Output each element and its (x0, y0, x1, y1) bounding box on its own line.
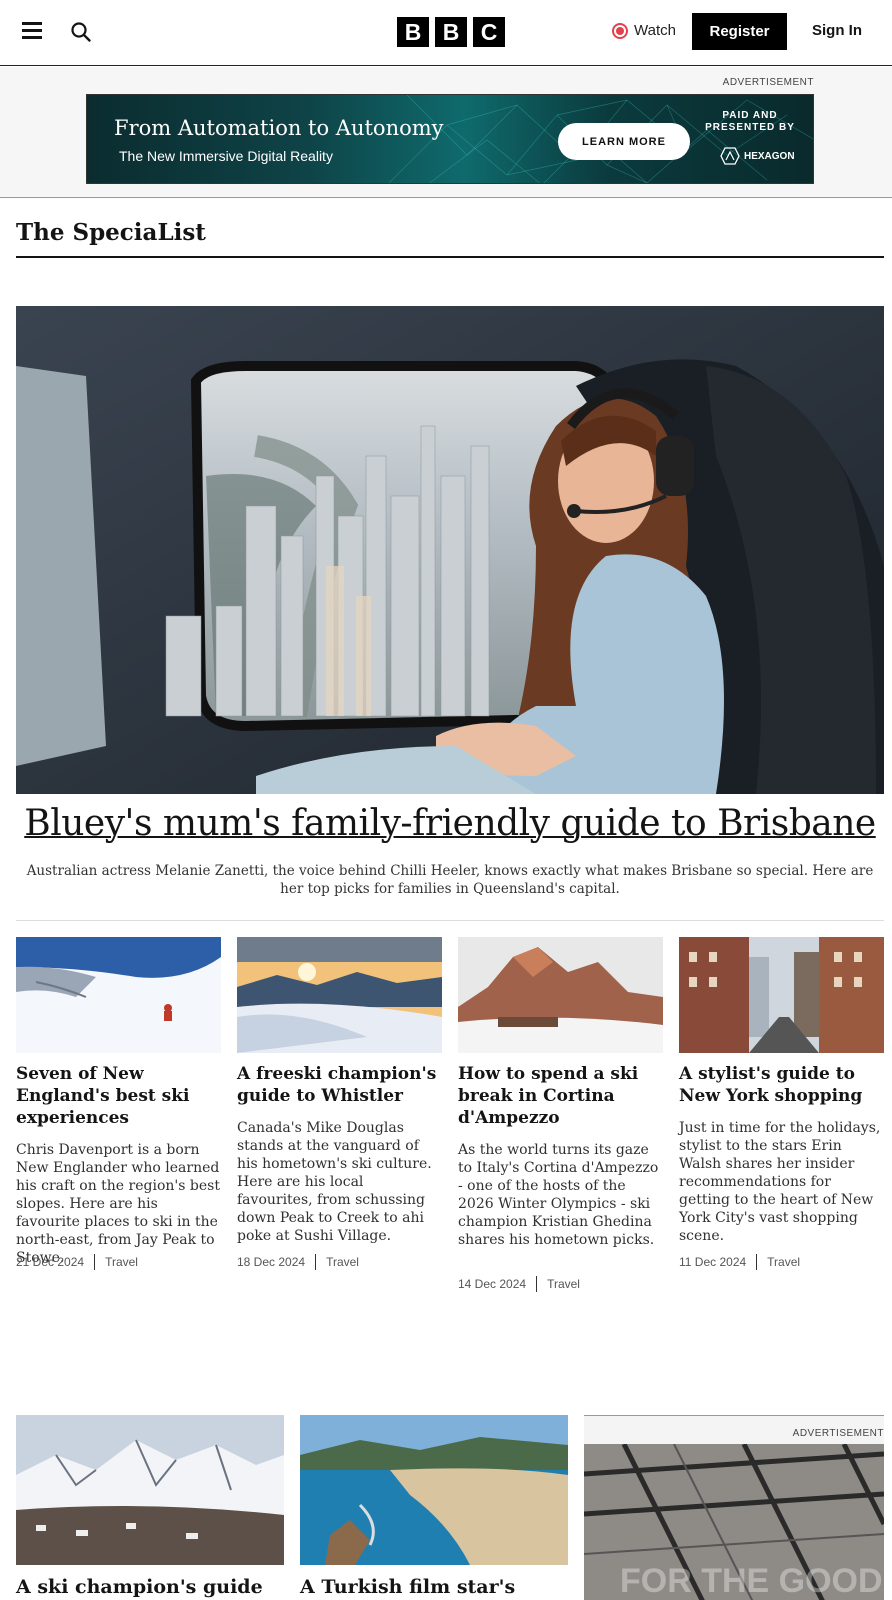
section-title: The SpeciaList (16, 219, 206, 246)
card-image-la-plagne (16, 1415, 284, 1565)
card-date: 11 Dec 2024 (679, 1255, 747, 1269)
hero-image-helicopter-brisbane[interactable] (16, 306, 884, 794)
card-title[interactable]: Seven of New England's best ski experien… (16, 1063, 221, 1129)
search-icon[interactable] (70, 21, 92, 43)
register-button[interactable]: Register (692, 13, 787, 50)
article-card[interactable]: A stylist's guide to New York shopping J… (679, 937, 884, 1270)
card-image-new-york-street (679, 937, 884, 1053)
live-watch-icon (612, 22, 628, 39)
card-summary: Canada's Mike Douglas stands at the vang… (237, 1120, 432, 1244)
watch-link[interactable]: Watch (612, 22, 676, 39)
card-title[interactable]: A ski champion's guide to La Plagne, Fra… (16, 1575, 284, 1600)
card-meta: 18 Dec 2024 Travel (237, 1254, 359, 1270)
section-divider (16, 256, 884, 258)
card-image-whistler-sunset (237, 937, 442, 1053)
card-date: 21 Dec 2024 (16, 1255, 85, 1269)
hero-summary: Australian actress Melanie Zanetti, the … (26, 863, 874, 897)
logo-letter: C (473, 17, 505, 47)
hexagon-ad-banner[interactable]: From Automation to Autonomy The New Imme… (86, 94, 814, 184)
card-title[interactable]: How to spend a ski break in Cortina d'Am… (458, 1063, 663, 1129)
meta-separator (315, 1254, 317, 1270)
meta-separator (756, 1254, 758, 1270)
learn-more-button[interactable]: LEARN MORE (558, 123, 690, 160)
card-meta: 21 Dec 2024 Travel (16, 1254, 138, 1270)
bbc-logo[interactable]: B B C (397, 17, 505, 47)
watch-label: Watch (634, 22, 676, 39)
sign-in-link[interactable]: Sign In (812, 22, 862, 39)
advertisement-label: ADVERTISEMENT (722, 77, 814, 88)
logo-letter: B (397, 17, 429, 47)
side-ad-overlay-text: FOR THE GOOD (620, 1562, 883, 1600)
hexagon-brand: HEXAGON (720, 147, 795, 165)
ad-brand-name: HEXAGON (744, 150, 795, 162)
hexagon-logo-icon (720, 147, 740, 165)
meta-separator (536, 1276, 538, 1292)
hero-headline-link[interactable]: Bluey's mum's family-friendly guide to B… (16, 803, 884, 844)
content-divider (16, 920, 884, 921)
card-summary: As the world turns its gaze to Italy's C… (458, 1142, 659, 1248)
sidebar-advertisement[interactable]: ADVERTISEMENT FOR THE GOOD (584, 1415, 884, 1600)
card-summary: Just in time for the holidays, stylist t… (679, 1120, 881, 1244)
article-card[interactable]: How to spend a ski break in Cortina d'Am… (458, 937, 663, 1292)
card-meta: 14 Dec 2024 Travel (458, 1276, 580, 1292)
ad-subhead: The New Immersive Digital Reality (119, 148, 333, 164)
card-meta: 11 Dec 2024 Travel (679, 1254, 800, 1270)
card-summary: Chris Davenport is a born New Englander … (16, 1142, 220, 1266)
article-card[interactable]: A freeski champion's guide to Whistler C… (237, 937, 442, 1270)
article-card[interactable]: A ski champion's guide to La Plagne, Fra… (16, 1415, 284, 1600)
advertisement-label: ADVERTISEMENT (792, 1428, 884, 1439)
card-title[interactable]: A stylist's guide to New York shopping (679, 1063, 884, 1107)
side-ad-image: FOR THE GOOD (584, 1444, 884, 1600)
paid-by-label: PAID AND PRESENTED BY (705, 110, 795, 133)
card-category-link[interactable]: Travel (547, 1277, 580, 1291)
card-category-link[interactable]: Travel (105, 1255, 138, 1269)
ad-headline: From Automation to Autonomy (114, 116, 444, 140)
top-ad-band: ADVERTISEMENT From Automation to Autonom… (0, 67, 892, 198)
card-category-link[interactable]: Travel (326, 1255, 359, 1269)
logo-letter: B (435, 17, 467, 47)
meta-separator (94, 1254, 96, 1270)
card-category-link[interactable]: Travel (767, 1255, 800, 1269)
hamburger-menu-icon[interactable] (22, 22, 42, 40)
card-title[interactable]: A Turkish film star's guide to Alanya (300, 1575, 568, 1600)
card-date: 14 Dec 2024 (458, 1277, 527, 1291)
card-image-cortina-mountain (458, 937, 663, 1053)
card-image-skier (16, 937, 221, 1053)
article-card[interactable]: Seven of New England's best ski experien… (16, 937, 221, 1270)
article-card[interactable]: A Turkish film star's guide to Alanya (300, 1415, 568, 1600)
card-date: 18 Dec 2024 (237, 1255, 306, 1269)
card-title[interactable]: A freeski champion's guide to Whistler (237, 1063, 442, 1107)
card-image-alanya-coast (300, 1415, 568, 1565)
top-navigation-bar: B B C Watch Register Sign In (0, 0, 892, 66)
